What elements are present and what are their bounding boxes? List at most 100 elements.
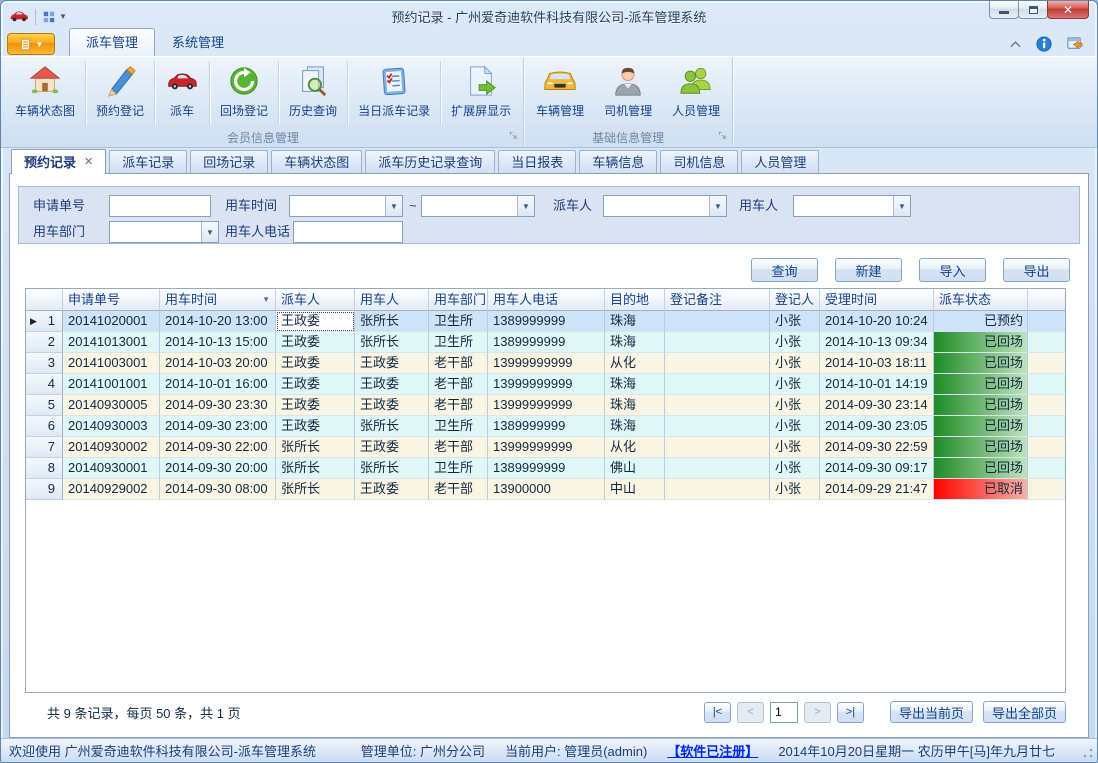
use-time-from-select[interactable]: ▼ bbox=[289, 195, 403, 217]
doc-tab[interactable]: 人员管理 bbox=[741, 150, 819, 173]
grid-cell[interactable]: 王政委 bbox=[355, 374, 429, 395]
grid-cell[interactable]: 2014-09-30 23:14 bbox=[820, 395, 934, 416]
grid-column-header[interactable]: 登记人 bbox=[770, 289, 820, 311]
grid-column-header[interactable]: 目的地 bbox=[605, 289, 665, 311]
doc-tab[interactable]: 预约记录✕ bbox=[11, 149, 106, 174]
grid-cell[interactable]: 王政委 bbox=[276, 416, 355, 437]
dispatch-status-cell[interactable]: 已回场 bbox=[934, 437, 1028, 458]
grid-cell[interactable]: 老干部 bbox=[429, 374, 488, 395]
grid-cell[interactable]: 小张 bbox=[770, 311, 820, 332]
doc-tab[interactable]: 回场记录 bbox=[190, 150, 268, 173]
grid-cell[interactable]: 张所长 bbox=[355, 311, 429, 332]
dispatch-status-cell[interactable]: 已回场 bbox=[934, 332, 1028, 353]
ribbon-button[interactable]: 预约登记 bbox=[86, 58, 154, 129]
dispatcher-select[interactable]: ▼ bbox=[603, 195, 727, 217]
doc-tab[interactable]: 司机信息 bbox=[660, 150, 738, 173]
grid-cell[interactable]: 小张 bbox=[770, 437, 820, 458]
grid-cell[interactable]: 王政委 bbox=[355, 353, 429, 374]
grid-cell[interactable]: 卫生所 bbox=[429, 332, 488, 353]
grid-cell[interactable]: 2014-09-30 08:00 bbox=[160, 479, 276, 500]
grid-cell[interactable]: 2014-10-03 20:00 bbox=[160, 353, 276, 374]
grid-column-header[interactable]: 登记备注 bbox=[665, 289, 770, 311]
grid-cell[interactable]: 2014-10-01 16:00 bbox=[160, 374, 276, 395]
grid-cell[interactable]: 老干部 bbox=[429, 395, 488, 416]
table-row[interactable]: 5201409300052014-09-30 23:30王政委王政委老干部139… bbox=[26, 395, 1065, 416]
dispatch-status-cell[interactable]: 已回场 bbox=[934, 395, 1028, 416]
ribbon-tab[interactable]: 系统管理 bbox=[155, 28, 241, 56]
grid-cell[interactable]: 从化 bbox=[605, 437, 665, 458]
grid-cell[interactable] bbox=[665, 437, 770, 458]
import-button[interactable]: 导入 bbox=[919, 258, 986, 282]
grid-cell[interactable] bbox=[665, 458, 770, 479]
quick-access-toolbar-button[interactable]: ▼ bbox=[42, 10, 67, 24]
grid-cell[interactable]: 老干部 bbox=[429, 353, 488, 374]
grid-cell[interactable]: 珠海 bbox=[605, 395, 665, 416]
grid-column-header[interactable]: 受理时间 bbox=[820, 289, 934, 311]
dialog-launcher-icon[interactable] bbox=[509, 131, 518, 140]
grid-column-header[interactable]: 派车状态 bbox=[934, 289, 1028, 311]
grid-cell[interactable]: 卫生所 bbox=[429, 458, 488, 479]
dispatch-status-cell[interactable]: 已回场 bbox=[934, 374, 1028, 395]
grid-column-header[interactable]: 申请单号 bbox=[63, 289, 160, 311]
table-row[interactable]: 7201409300022014-09-30 22:00张所长王政委老干部139… bbox=[26, 437, 1065, 458]
grid-cell[interactable]: 2014-09-30 20:00 bbox=[160, 458, 276, 479]
grid-cell[interactable]: 1389999999 bbox=[488, 332, 605, 353]
grid-cell[interactable]: 2014-10-20 13:00 bbox=[160, 311, 276, 332]
grid-cell[interactable]: 王政委 bbox=[276, 374, 355, 395]
grid-cell[interactable]: 王政委 bbox=[355, 479, 429, 500]
grid-cell[interactable]: 20140930002 bbox=[63, 437, 160, 458]
grid-cell[interactable]: 20140930005 bbox=[63, 395, 160, 416]
app-window-button[interactable] bbox=[1066, 35, 1083, 52]
grid-cell[interactable]: 1389999999 bbox=[488, 458, 605, 479]
grid-cell[interactable]: 小张 bbox=[770, 332, 820, 353]
grid-cell[interactable]: 13999999999 bbox=[488, 437, 605, 458]
dispatch-status-cell[interactable]: 已回场 bbox=[934, 416, 1028, 437]
grid-cell[interactable]: 2014-10-03 18:11 bbox=[820, 353, 934, 374]
grid-cell[interactable]: 珠海 bbox=[605, 311, 665, 332]
grid-cell[interactable] bbox=[665, 332, 770, 353]
dispatch-status-cell[interactable]: 已取消 bbox=[934, 479, 1028, 500]
grid-cell[interactable] bbox=[665, 353, 770, 374]
export-button[interactable]: 导出 bbox=[1003, 258, 1070, 282]
table-row[interactable]: 9201409290022014-09-30 08:00张所长王政委老干部139… bbox=[26, 479, 1065, 500]
grid-column-header[interactable]: 用车人电话 bbox=[488, 289, 605, 311]
ribbon-tab[interactable]: 派车管理 bbox=[69, 28, 155, 56]
grid-cell[interactable]: 1389999999 bbox=[488, 311, 605, 332]
grid-cell[interactable]: 卫生所 bbox=[429, 416, 488, 437]
close-icon[interactable]: ✕ bbox=[84, 152, 93, 173]
grid-cell[interactable]: 卫生所 bbox=[429, 311, 488, 332]
grid-cell[interactable]: 2014-10-01 14:19 bbox=[820, 374, 934, 395]
request-no-input[interactable] bbox=[109, 195, 211, 217]
grid-column-header[interactable]: 用车部门 bbox=[429, 289, 488, 311]
grid-cell[interactable]: 张所长 bbox=[355, 332, 429, 353]
grid-cell[interactable]: 20141013001 bbox=[63, 332, 160, 353]
ribbon-button[interactable]: 当日派车记录 bbox=[348, 58, 440, 129]
grid-cell[interactable] bbox=[665, 416, 770, 437]
grid-cell[interactable]: 小张 bbox=[770, 353, 820, 374]
grid-cell[interactable]: 13999999999 bbox=[488, 374, 605, 395]
ribbon-button[interactable]: 扩展屏显示 bbox=[441, 58, 521, 129]
grid-cell[interactable]: 佛山 bbox=[605, 458, 665, 479]
first-page-button[interactable]: |< bbox=[704, 702, 731, 723]
grid-cell[interactable]: 王政委 bbox=[276, 353, 355, 374]
grid-cell[interactable] bbox=[665, 311, 770, 332]
user-select[interactable]: ▼ bbox=[793, 195, 911, 217]
create-button[interactable]: 新建 bbox=[835, 258, 902, 282]
grid-cell[interactable]: 小张 bbox=[770, 416, 820, 437]
table-row[interactable]: 8201409300012014-09-30 20:00张所长张所长卫生所138… bbox=[26, 458, 1065, 479]
grid-cell[interactable] bbox=[665, 479, 770, 500]
grid-cell[interactable]: 小张 bbox=[770, 479, 820, 500]
grid-cell[interactable]: 老干部 bbox=[429, 479, 488, 500]
query-button[interactable]: 查询 bbox=[751, 258, 818, 282]
last-page-button[interactable]: >| bbox=[837, 702, 864, 723]
ribbon-button[interactable]: 司机管理 bbox=[594, 58, 662, 129]
grid-cell[interactable]: 小张 bbox=[770, 395, 820, 416]
table-row[interactable]: 3201410030012014-10-03 20:00王政委王政委老干部139… bbox=[26, 353, 1065, 374]
grid-cell[interactable]: 20140930003 bbox=[63, 416, 160, 437]
sort-arrow-icon[interactable]: ▼ bbox=[262, 289, 270, 310]
dispatch-status-cell[interactable]: 已回场 bbox=[934, 458, 1028, 479]
grid-cell[interactable]: 张所长 bbox=[276, 479, 355, 500]
ribbon-button[interactable]: 派车 bbox=[155, 58, 209, 129]
app-menu-button[interactable]: ▼ bbox=[7, 33, 55, 55]
doc-tab[interactable]: 派车历史记录查询 bbox=[365, 150, 495, 173]
